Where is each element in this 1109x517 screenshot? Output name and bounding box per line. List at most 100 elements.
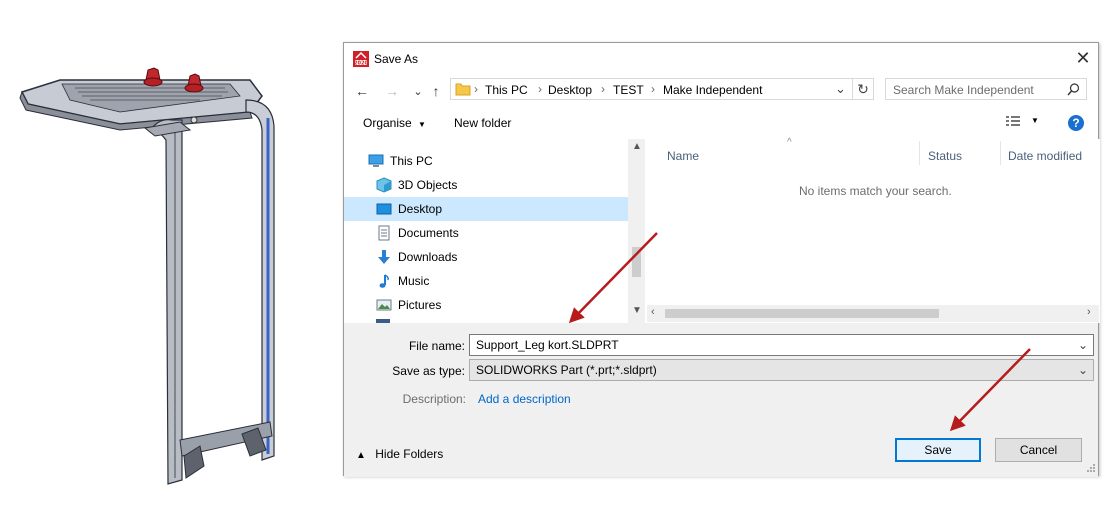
tree-item-this-pc[interactable]: This PC: [344, 149, 629, 173]
3d-objects-icon: [376, 177, 392, 193]
tree-item-label: This PC: [390, 154, 433, 168]
navigation-pane-scrollbar[interactable]: ▲ ▼: [628, 139, 645, 323]
cad-model-preview: [0, 0, 330, 514]
chevron-down-icon: ⌄: [1077, 363, 1088, 377]
tree-item-desktop[interactable]: Desktop: [344, 197, 629, 221]
save-as-dialog: 2020 Save As ✕ ← → ⌄ ↑ › This PC › Deskt…: [343, 42, 1100, 477]
file-name-value: Support_Leg kort.SLDPRT: [476, 338, 619, 352]
file-list-pane: ^ Name Status Date modified No items mat…: [647, 137, 1100, 323]
tree-item-downloads[interactable]: Downloads: [344, 245, 629, 269]
tree-item-music[interactable]: Music: [344, 269, 629, 293]
breadcrumb-make-independent[interactable]: Make Independent: [663, 83, 762, 97]
pictures-icon: [376, 299, 392, 311]
cancel-button[interactable]: Cancel: [995, 438, 1082, 462]
breadcrumb-separator: ›: [651, 82, 655, 96]
forward-button[interactable]: →: [384, 83, 400, 99]
tree-item-label: 3D Objects: [398, 178, 458, 192]
scroll-right-chevron-icon[interactable]: ›: [1087, 306, 1091, 318]
chevron-up-icon: ▲: [356, 450, 366, 461]
column-header-date-modified[interactable]: Date modified: [1008, 149, 1082, 163]
chevron-down-icon: ⌄: [413, 85, 423, 98]
tree-item-pictures[interactable]: Pictures: [344, 293, 629, 317]
support-leg-model-image: [19, 67, 275, 485]
downloads-icon: [378, 250, 390, 264]
scrollbar-thumb[interactable]: [632, 247, 641, 277]
search-placeholder: Search Make Independent: [893, 83, 1034, 97]
folder-icon: [455, 83, 471, 96]
tree-item-documents[interactable]: Documents: [344, 221, 629, 245]
sort-ascending-icon: ^: [787, 137, 792, 148]
details-view-icon: [1006, 116, 1020, 126]
search-input[interactable]: Search Make Independent: [885, 78, 1087, 100]
hide-folders-label: Hide Folders: [375, 447, 444, 461]
save-as-type-value: SOLIDWORKS Part (*.prt;*.sldprt): [476, 363, 657, 377]
save-button[interactable]: Save: [895, 438, 981, 462]
resize-grip-icon[interactable]: [1086, 463, 1096, 473]
breadcrumb-this-pc[interactable]: This PC: [485, 83, 528, 97]
scroll-left-chevron-icon[interactable]: ‹: [651, 306, 655, 318]
save-as-type-label: Save as type:: [392, 364, 465, 378]
file-name-label: File name:: [408, 339, 465, 353]
music-icon: [379, 274, 389, 288]
breadcrumb-test[interactable]: TEST: [613, 83, 644, 97]
desktop-icon: [376, 203, 392, 215]
new-folder-button[interactable]: New folder: [454, 116, 511, 130]
save-form-area: File name: Support_Leg kort.SLDPRT ⌄ Sav…: [344, 323, 1098, 477]
add-description-link[interactable]: Add a description: [478, 392, 571, 406]
svg-text:2020: 2020: [354, 61, 368, 67]
back-button[interactable]: ←: [354, 83, 370, 99]
recent-locations-button[interactable]: ⌄: [410, 83, 426, 99]
empty-message: No items match your search.: [799, 184, 952, 198]
forward-arrow-icon: →: [385, 83, 399, 99]
up-button[interactable]: ↑: [428, 83, 444, 99]
title-bar: 2020 Save As ✕: [344, 43, 1098, 74]
refresh-icon: ↻: [857, 80, 869, 97]
file-name-input[interactable]: Support_Leg kort.SLDPRT ⌄: [469, 334, 1094, 356]
column-divider: [919, 141, 920, 165]
scrollbar-thumb[interactable]: [665, 309, 939, 318]
tree-item-label: Music: [398, 274, 430, 288]
file-list-horizontal-scrollbar[interactable]: ‹ ›: [647, 305, 1099, 322]
organise-button[interactable]: Organise ▼: [363, 116, 426, 130]
refresh-button[interactable]: ↻: [852, 78, 874, 100]
search-icon: [1067, 83, 1080, 96]
column-header-name[interactable]: Name: [667, 149, 699, 163]
tree-item-label: Desktop: [398, 202, 443, 216]
tree-item-label: Pictures: [398, 298, 442, 312]
tree-item-3d-objects[interactable]: 3D Objects: [344, 173, 629, 197]
address-bar[interactable]: › This PC › Desktop › TEST › Make Indepe…: [450, 78, 854, 100]
dialog-title: Save As: [374, 52, 419, 66]
scroll-down-chevron-icon[interactable]: ▼: [632, 305, 642, 316]
caret-down-icon: ▼: [418, 120, 426, 129]
breadcrumb-separator: ›: [538, 82, 542, 96]
help-button[interactable]: ?: [1068, 115, 1084, 131]
computer-icon: [368, 154, 384, 167]
new-folder-label: New folder: [454, 116, 512, 130]
command-toolbar: Organise ▼ New folder ▼ ?: [344, 106, 1098, 140]
column-divider: [1000, 141, 1001, 165]
column-header-status[interactable]: Status: [928, 149, 962, 163]
save-as-type-select[interactable]: SOLIDWORKS Part (*.prt;*.sldprt) ⌄: [469, 359, 1094, 381]
solidworks-app-icon: 2020: [353, 51, 369, 67]
address-dropdown-chevron-icon[interactable]: ⌄: [835, 81, 846, 97]
close-button[interactable]: ✕: [1068, 43, 1098, 74]
back-arrow-icon: ←: [355, 83, 369, 99]
tree-item-label: Downloads: [398, 250, 458, 264]
breadcrumb-separator: ›: [601, 82, 605, 96]
chevron-down-icon[interactable]: ⌄: [1078, 338, 1088, 352]
hide-folders-button[interactable]: ▲ Hide Folders: [356, 447, 443, 461]
caret-down-icon: ▼: [1031, 116, 1039, 125]
tree-item-label: Documents: [398, 226, 459, 240]
up-arrow-icon: ↑: [432, 83, 440, 99]
navigation-bar: ← → ⌄ ↑ › This PC › Desktop › TEST › Mak…: [344, 74, 1098, 106]
breadcrumb-separator: ›: [474, 82, 478, 96]
close-icon: ✕: [1075, 48, 1091, 68]
description-label: Description:: [402, 392, 466, 406]
change-view-button[interactable]: ▼: [1005, 115, 1039, 131]
help-icon: ?: [1072, 116, 1080, 130]
browser-content: This PC 3D Objects Desktop Documents Dow…: [344, 137, 1100, 323]
breadcrumb-desktop[interactable]: Desktop: [548, 83, 592, 97]
organise-label: Organise: [363, 116, 412, 130]
scroll-up-chevron-icon[interactable]: ▲: [632, 141, 642, 152]
cancel-button-label: Cancel: [1019, 443, 1058, 457]
